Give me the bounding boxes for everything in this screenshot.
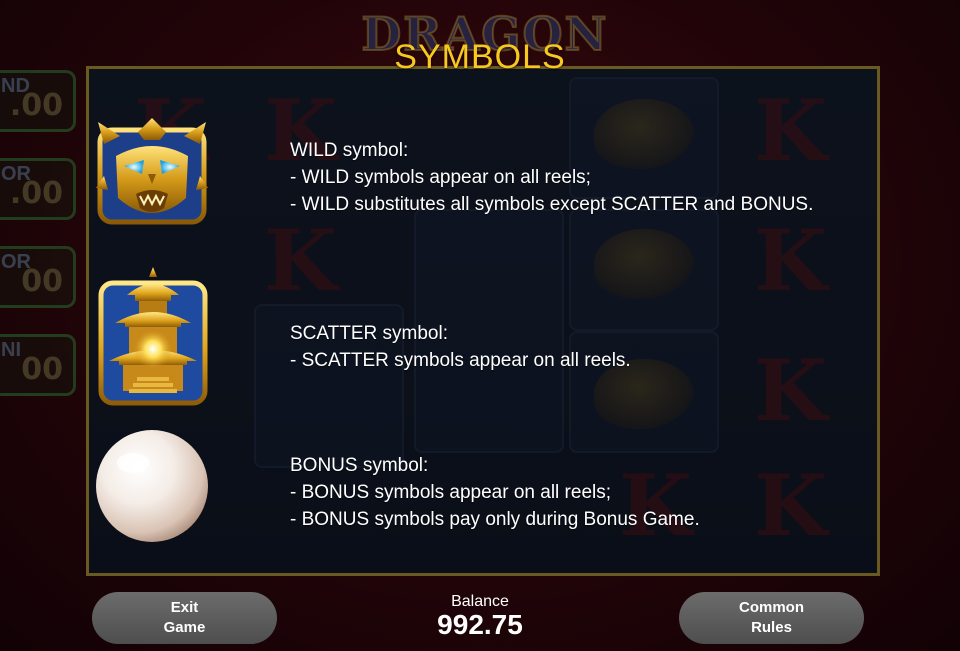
rules-button-label: Rules [751,619,792,636]
wild-dragon-mask-icon [94,116,210,230]
exit-game-button[interactable]: Exit Game [92,592,277,644]
page-title: SYMBOLS [394,38,566,76]
bonus-pearl-icon [93,427,211,545]
bonus-rule-line: - BONUS symbols appear on all reels; [290,482,612,503]
wild-rule-line: - WILD substitutes all symbols except SC… [290,194,814,215]
common-rules-button[interactable]: Common Rules [679,592,864,644]
rules-button-label: Common [739,599,804,616]
jackpot-plaque-value: 00 [21,352,63,387]
jackpot-plaque: ND .00 [0,70,76,132]
bonus-heading: BONUS symbol: [290,455,429,476]
scatter-heading: SCATTER symbol: [290,323,449,344]
jackpot-plaque-value: 00 [21,264,63,299]
jackpot-plaque: OR .00 [0,158,76,220]
exit-button-label: Game [163,619,206,636]
jackpot-plaque-tag: NI [1,339,21,361]
jackpot-plaque: OR 00 [0,246,76,308]
exit-button-label: Exit [170,599,199,616]
wild-rule-line: - WILD symbols appear on all reels; [290,167,591,188]
jackpot-plaque: NI 00 [0,334,76,396]
scatter-pagoda-icon [97,265,209,407]
wild-heading: WILD symbol: [290,140,409,161]
jackpot-plaque-value: .00 [9,88,63,123]
wild-description: WILD symbol: - WILD symbols appear on al… [290,137,813,218]
balance-value: 992.75 [437,609,523,640]
scatter-description: SCATTER symbol: - SCATTER symbols appear… [290,320,631,374]
bonus-rule-line: - BONUS symbols pay only during Bonus Ga… [290,509,700,530]
scatter-rule-line: - SCATTER symbols appear on all reels. [290,350,631,371]
jackpot-plaque-value: .00 [9,176,63,211]
bonus-description: BONUS symbol: - BONUS symbols appear on … [290,452,700,533]
